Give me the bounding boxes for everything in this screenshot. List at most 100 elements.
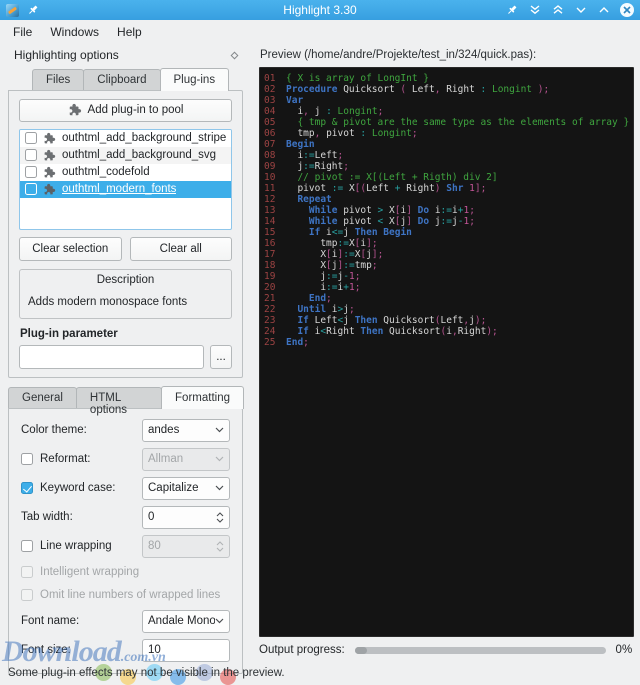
pin-icon[interactable] — [505, 3, 519, 17]
output-progress-label: Output progress: — [259, 644, 345, 656]
tab-clipboard[interactable]: Clipboard — [83, 69, 160, 90]
tab-html-options[interactable]: HTML options — [76, 387, 162, 408]
font-size-input[interactable] — [142, 639, 230, 662]
options-tabbar: General HTML options Formatting — [8, 386, 243, 408]
plugin-checkbox[interactable] — [25, 132, 37, 144]
tab-width-spinbox[interactable]: 0 — [142, 506, 230, 529]
titlebar[interactable]: Highlight 3.30 — [0, 0, 640, 20]
omit-line-numbers-checkbox — [21, 589, 33, 601]
code-line: 16 tmp:=X[i]; — [264, 238, 629, 249]
add-plugin-label: Add plug-in to pool — [88, 104, 184, 116]
formatting-pane: Color theme: andes Reformat: Allman — [8, 408, 243, 674]
browse-button[interactable]: ... — [210, 345, 232, 369]
reformat-label: Reformat: — [40, 453, 91, 465]
code-line: 17 X[i]:=X[j]; — [264, 249, 629, 260]
description-groupbox: Description Adds modern monospace fonts — [19, 269, 232, 319]
code-line: 14 While pivot < X[j] Do j:=j-1; — [264, 216, 629, 227]
code-line: 22 Until i>j; — [264, 304, 629, 315]
float-diamond-icon[interactable] — [230, 51, 239, 60]
clear-all-button[interactable]: Clear all — [130, 237, 233, 261]
plugin-checkbox[interactable] — [25, 183, 37, 195]
description-title: Description — [28, 274, 223, 286]
plugin-label: outhtml_codefold — [62, 166, 150, 178]
clear-selection-button[interactable]: Clear selection — [19, 237, 122, 261]
tab-formatting[interactable]: Formatting — [161, 386, 244, 409]
code-line: 20 i:=i+1; — [264, 282, 629, 293]
code-line: 21 End; — [264, 293, 629, 304]
code-line: 04 i, j : Longint; — [264, 106, 629, 117]
puzzle-icon — [68, 103, 82, 117]
plugin-list-item[interactable]: outhtml_codefold — [20, 164, 231, 181]
line-wrapping-checkbox[interactable] — [21, 540, 33, 552]
reformat-checkbox[interactable] — [21, 453, 33, 465]
double-chevron-up-icon[interactable] — [551, 3, 565, 17]
plugin-list[interactable]: outhtml_add_background_stripes outhtml_ad… — [19, 129, 232, 230]
preview-label: Preview (/home/andre/Projekte/test_in/32… — [260, 49, 634, 61]
font-name-select[interactable]: Andale Mono — [142, 610, 230, 633]
code-line: 06 tmp, pivot : Longint; — [264, 128, 629, 139]
code-line: 15 If i<=j Then Begin — [264, 227, 629, 238]
color-theme-label: Color theme: — [21, 424, 87, 436]
code-line: 10 // pivot := X[(Left + Rigth) div 2] — [264, 172, 629, 183]
tab-files[interactable]: Files — [32, 69, 84, 90]
code-line: 02Procedure Quicksort ( Left, Right : Lo… — [264, 84, 629, 95]
spinner-arrows-icon[interactable] — [216, 512, 224, 523]
code-line: 08 i:=Left; — [264, 150, 629, 161]
menu-windows[interactable]: Windows — [41, 22, 108, 42]
plugin-tabbar: Files Clipboard Plug-ins — [32, 68, 243, 90]
puzzle-icon — [43, 166, 56, 179]
tab-plugins[interactable]: Plug-ins — [160, 68, 230, 91]
code-line: 09 j:=Right; — [264, 161, 629, 172]
plugin-label: outhtml_modern_fonts — [62, 183, 176, 195]
plugin-label: outhtml_add_background_stripes — [62, 132, 226, 144]
dock-title-label: Highlighting options — [14, 48, 119, 62]
code-line: 05 { tmp & pivot are the same type as th… — [264, 117, 629, 128]
plugin-checkbox[interactable] — [25, 166, 37, 178]
spinner-arrows-icon — [216, 541, 224, 552]
add-plugin-button[interactable]: Add plug-in to pool — [19, 99, 232, 122]
omit-line-numbers-label: Omit line numbers of wrapped lines — [40, 589, 220, 601]
plugin-parameter-label: Plug-in parameter — [20, 328, 232, 340]
plugin-list-item[interactable]: outhtml_add_background_svg — [20, 147, 231, 164]
menu-help[interactable]: Help — [108, 22, 151, 42]
reformat-select: Allman — [142, 448, 230, 471]
keyword-case-checkbox[interactable] — [21, 482, 33, 494]
code-preview[interactable]: 01{ X is array of LongInt }02Procedure Q… — [259, 67, 634, 637]
code-line: 11 pivot := X[(Left + Right) Shr 1]; — [264, 183, 629, 194]
plugin-parameter-input[interactable] — [19, 345, 204, 369]
code-line: 19 j:=j-1; — [264, 271, 629, 282]
code-line: 18 X[j]:=tmp; — [264, 260, 629, 271]
options-panel: Highlighting options Files Clipboard Plu… — [0, 44, 249, 663]
keyword-case-select[interactable]: Capitalize — [142, 477, 230, 500]
font-size-label: Font size: — [21, 644, 71, 656]
keyword-case-label: Keyword case: — [40, 482, 115, 494]
code-line: 07Begin — [264, 139, 629, 150]
tab-width-label: Tab width: — [21, 511, 73, 523]
puzzle-icon — [43, 149, 56, 162]
plugin-checkbox[interactable] — [25, 149, 37, 161]
code-line: 01{ X is array of LongInt } — [264, 73, 629, 84]
double-chevron-down-icon[interactable] — [528, 3, 542, 17]
maximize-icon[interactable] — [597, 3, 611, 17]
menubar: File Windows Help — [0, 20, 640, 44]
puzzle-icon — [43, 132, 56, 145]
puzzle-icon — [43, 183, 56, 196]
font-name-label: Font name: — [21, 615, 79, 627]
plugin-list-item[interactable]: outhtml_add_background_stripes — [20, 130, 231, 147]
output-progress-value: 0% — [616, 644, 633, 656]
output-progress-bar — [355, 647, 606, 654]
tab-general[interactable]: General — [8, 387, 77, 408]
close-icon[interactable] — [620, 3, 634, 17]
line-wrapping-spinbox: 80 — [142, 535, 230, 558]
color-theme-select[interactable]: andes — [142, 419, 230, 442]
minimize-icon[interactable] — [574, 3, 588, 17]
description-text: Adds modern monospace fonts — [28, 296, 223, 308]
code-line: 24 If i<Right Then Quicksort(i,Right); — [264, 326, 629, 337]
code-line: 12 Repeat — [264, 194, 629, 205]
code-line: 25End; — [264, 337, 629, 348]
code-line: 03Var — [264, 95, 629, 106]
plugin-list-item[interactable]: outhtml_modern_fonts — [20, 181, 231, 198]
preview-panel: Preview (/home/andre/Projekte/test_in/32… — [249, 44, 640, 663]
plugins-pane: Add plug-in to pool outhtml_add_backgrou… — [8, 90, 243, 378]
menu-file[interactable]: File — [4, 22, 41, 42]
